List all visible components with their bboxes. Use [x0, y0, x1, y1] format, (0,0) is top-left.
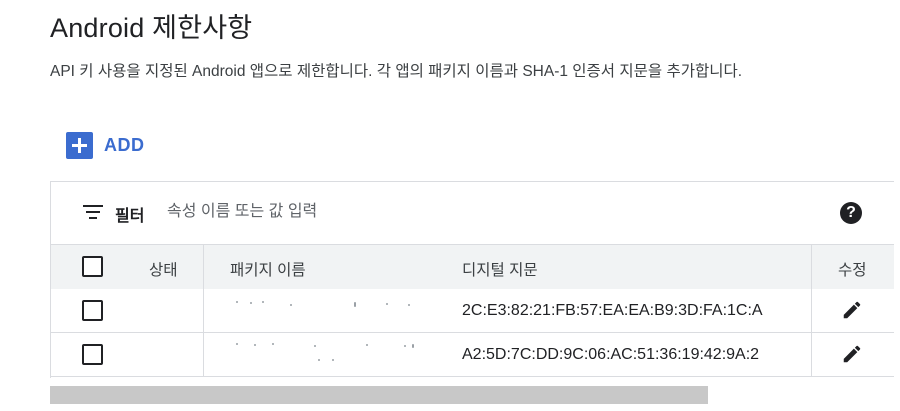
- filter-list-icon: [83, 205, 103, 220]
- fingerprint-cell: 2C:E3:82:21:FB:57:EA:EA:B9:3D:FA:1C:A: [462, 302, 763, 319]
- filter-input[interactable]: [167, 201, 727, 223]
- page-description: API 키 사용을 지정된 Android 앱으로 제한합니다. 각 앱의 패키…: [50, 63, 743, 80]
- column-header-edit: 수정: [838, 262, 867, 279]
- page-title: Android 제한사항: [50, 13, 253, 43]
- help-circle-icon[interactable]: ?: [840, 202, 862, 224]
- horizontal-scrollbar[interactable]: [50, 386, 708, 404]
- column-header-status[interactable]: 상태: [149, 258, 178, 280]
- table-row: 2C:E3:82:21:FB:57:EA:EA:B9:3D:FA:1C:A: [51, 289, 894, 333]
- table-row: A2:5D:7C:DD:9C:06:AC:51:36:19:42:9A:2: [51, 333, 894, 377]
- add-button[interactable]: ADD: [66, 130, 145, 160]
- table-header: 상태 패키지 이름 디지털 지문 수정: [51, 244, 894, 290]
- row-checkbox[interactable]: [82, 300, 103, 321]
- package-name-redacted: [236, 299, 436, 321]
- select-all-checkbox[interactable]: [82, 256, 103, 277]
- restrictions-table: 필터 ? 상태 패키지 이름 디지털 지문 수정 2C:E3:82:21:FB:…: [50, 181, 894, 378]
- filter-bar: 필터 ?: [51, 182, 894, 244]
- pencil-icon[interactable]: [841, 299, 863, 321]
- filter-label: 필터: [115, 208, 145, 225]
- plus-icon: [66, 131, 93, 159]
- pencil-icon[interactable]: [841, 343, 863, 365]
- package-name-redacted: [236, 341, 436, 363]
- column-header-package[interactable]: 패키지 이름: [230, 258, 306, 280]
- fingerprint-cell: A2:5D:7C:DD:9C:06:AC:51:36:19:42:9A:2: [462, 346, 760, 363]
- column-header-fingerprint[interactable]: 디지털 지문: [462, 258, 538, 280]
- add-button-label: ADD: [104, 134, 145, 155]
- row-checkbox[interactable]: [82, 344, 103, 365]
